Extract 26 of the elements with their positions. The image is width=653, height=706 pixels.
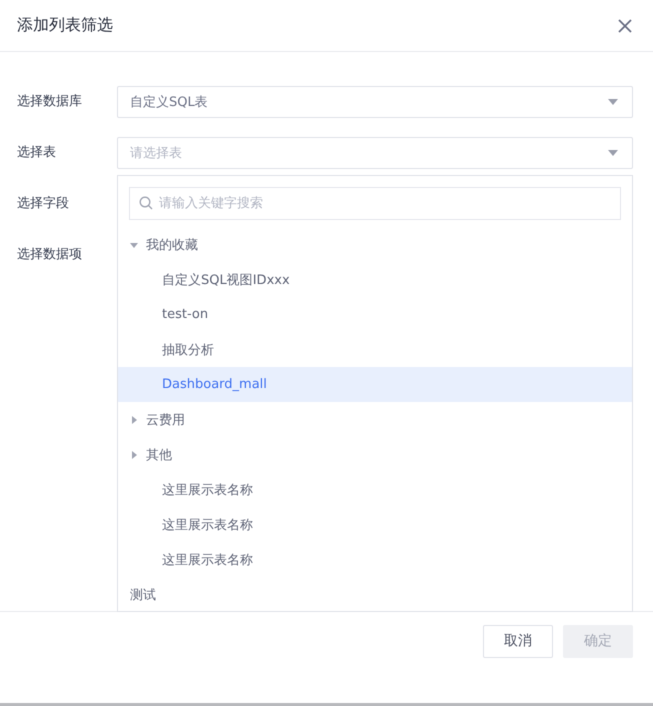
tree-item[interactable]: 这里展示表名称: [118, 507, 632, 542]
field-label: 选择数据库: [17, 93, 83, 111]
field-label: 选择数据项: [17, 246, 83, 264]
tree-item[interactable]: 自定义SQL视图IDxxx: [118, 262, 632, 297]
search-field[interactable]: 请输入关键字搜索: [129, 187, 621, 220]
dialog-title: 添加列表筛选: [17, 15, 113, 36]
field-label: 选择表: [17, 144, 57, 162]
tree-item[interactable]: 这里展示表名称: [118, 542, 632, 577]
cancel-button[interactable]: 取消: [483, 624, 553, 658]
caret-down-icon: [608, 150, 618, 156]
tree-item[interactable]: 这里展示表名称: [118, 472, 632, 507]
database-select[interactable]: 自定义SQL表: [117, 86, 633, 118]
caret-down-icon: [608, 99, 618, 105]
tree-group[interactable]: 我的收藏: [118, 227, 632, 262]
tree-item[interactable]: 测试: [118, 577, 632, 611]
tree-item[interactable]: test-on: [118, 297, 632, 332]
caret-right-icon[interactable]: [130, 450, 138, 458]
close-icon[interactable]: [617, 18, 633, 34]
tree-item[interactable]: Dashboard_mall: [118, 367, 632, 402]
tree-item[interactable]: 抽取分析: [118, 332, 632, 367]
caret-right-icon[interactable]: [130, 416, 138, 424]
tree-group[interactable]: 云费用: [118, 402, 632, 437]
tree-group[interactable]: 其他: [118, 437, 632, 472]
field-label: 选择字段: [17, 195, 70, 213]
caret-down-icon[interactable]: [130, 240, 138, 248]
search-icon: [139, 196, 153, 210]
